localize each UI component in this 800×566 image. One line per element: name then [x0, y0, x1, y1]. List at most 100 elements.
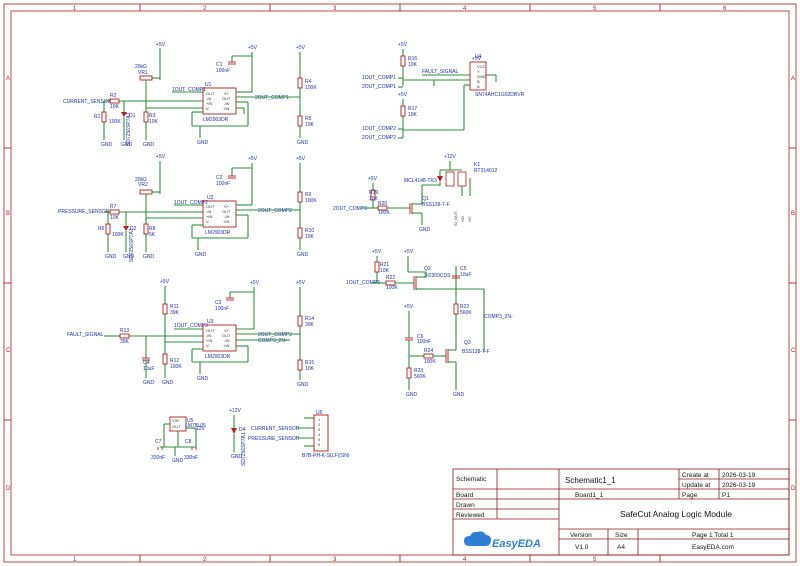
r15-value: 10K	[305, 366, 315, 372]
vcc12-label: +12V	[444, 154, 456, 160]
fault-net: FAULT_SIGNAL	[422, 69, 459, 75]
vcc-label: +5V	[296, 156, 306, 162]
u1-ref: U1	[205, 82, 212, 88]
gnd-label: GND	[143, 254, 155, 260]
create-label: Create at	[682, 472, 709, 479]
u3-value: LM2903DR	[205, 354, 231, 360]
resistor-r5	[297, 115, 303, 127]
pot-ref: VR1	[138, 70, 148, 76]
update-value: 2026-03-19	[722, 482, 756, 489]
net-in4: 2OUT_COMP2	[362, 135, 396, 141]
svg-text:6: 6	[318, 442, 321, 447]
svg-text:VIN: VIN	[172, 418, 179, 423]
logo-text: EasyEDA	[492, 538, 541, 550]
vcc-label: +5V	[160, 279, 170, 285]
q2-ref: Q2	[424, 266, 431, 272]
u4-value: SN74AHC1G02DBVR	[475, 92, 525, 98]
svg-text:V-: V-	[206, 343, 210, 348]
potentiometer	[139, 75, 153, 81]
vcc12-label: +12V	[229, 408, 241, 414]
vcc-label: +5V	[156, 42, 166, 48]
r10-value: 10K	[305, 234, 315, 240]
resistor-r11	[162, 303, 168, 315]
svg-text:V-: V-	[206, 106, 210, 111]
r21-value: 10K	[380, 268, 390, 274]
gnd-label: GND	[101, 142, 113, 148]
create-value: 2026-03-19	[722, 472, 756, 479]
svg-text:+IN: +IN	[223, 343, 229, 348]
version-label: Version	[570, 532, 592, 539]
c1-value: 100nF	[216, 68, 230, 74]
r4-value: 100K	[305, 85, 317, 91]
resistor-r10	[297, 227, 303, 239]
c4-value: 10uF	[143, 366, 154, 372]
row-b-left: B	[6, 211, 10, 217]
gnd-label: GND	[297, 140, 309, 146]
gnd-label: GND	[195, 252, 207, 258]
r22-ref: R22	[386, 275, 395, 281]
r8-value: 5K	[149, 232, 156, 238]
net-drive: 2OUT_COMP3	[333, 206, 367, 212]
logic-gate-block: +5V R16 10K 1OUT_COMP1 2OUT_COMP1 FAULT_…	[362, 42, 525, 141]
r16-value: 10K	[408, 62, 418, 68]
q2-value: SI2309CDS	[424, 273, 451, 279]
svg-text:A: A	[477, 84, 480, 89]
gnd-label: GND	[297, 382, 309, 388]
vcc-label: +5V	[398, 42, 408, 48]
resistor-r7	[109, 209, 120, 215]
page-label: Page	[682, 492, 698, 499]
net-comp3-2n: COMP3_2N-	[484, 314, 513, 320]
r17-value: 10K	[408, 112, 418, 118]
u2-value: LM2903DR	[205, 230, 231, 236]
r23-value: 560K	[414, 374, 426, 380]
schematic-label: Schematic	[456, 476, 487, 483]
vcc-label: +5V	[296, 280, 306, 286]
q3-value: BSS138-7-F	[462, 349, 490, 355]
resistor-r1	[101, 111, 107, 123]
r24-ref: R24	[424, 348, 433, 354]
gnd-label: GND	[406, 392, 418, 398]
page-total: Page 1 Total 1	[692, 532, 734, 539]
r6-ref: R6	[98, 226, 105, 232]
vcc-label: +5V	[368, 176, 378, 182]
r1-ref: R1	[94, 114, 101, 120]
potentiometer	[139, 189, 153, 195]
drawn-label: Drawn	[456, 502, 475, 509]
resistor-r22b	[453, 303, 459, 315]
relay-driver-block: +5V R19 10K 2OUT_COMP3 R20 100K Q1 BSS13…	[333, 154, 497, 233]
r7-value: 10K	[110, 215, 120, 221]
gnd-label: GND	[143, 380, 155, 386]
net-2out-comp2: 2OUT_COMP2	[258, 208, 292, 214]
resistor-r2	[109, 98, 120, 104]
pchannel-switch-block: +5V R21 10K 1OUT_COMP3 R22 100K Q2 SI230…	[346, 249, 513, 352]
relay-coil	[445, 171, 455, 187]
c6-value: 100nF	[417, 339, 431, 345]
k1-value: RT314012	[474, 168, 497, 174]
svg-text:SI_OUT: SI_OUT	[453, 211, 458, 226]
c5-value: 10uF	[460, 272, 471, 278]
resistor-r4	[297, 77, 303, 89]
r13-value: 39K	[120, 339, 130, 345]
resistor-r21	[374, 261, 380, 273]
row-a-right: A	[791, 76, 795, 82]
r20-ref: R20	[378, 201, 387, 207]
project-title: SafeCut Analog Logic Module	[620, 509, 732, 519]
fault-signal-comparator-block: FAULT_SIGNAL R13 39K C4 10uF GND +5V R11…	[67, 279, 315, 388]
svg-text:NO: NO	[460, 216, 465, 222]
gnd-label: GND	[123, 254, 135, 260]
board-value: Board1_1	[575, 492, 604, 499]
r9-value: 100K	[305, 198, 317, 204]
net-comp3-2n: COMP3_2N-	[258, 338, 287, 344]
pot-ref: VR2	[138, 182, 148, 188]
sensor-label: PRESSURE_SENSOR	[58, 209, 110, 215]
flyback-diode-d3	[437, 176, 443, 182]
vcc-label: +5V	[398, 92, 408, 98]
resistor-r16	[400, 55, 406, 67]
website: EasyEDA.com	[692, 544, 734, 551]
row-c-left: C	[6, 348, 11, 354]
d4-value: SD7256SP7A1	[241, 432, 247, 466]
svg-text:NC: NC	[467, 216, 472, 222]
r7-ref: R7	[110, 204, 117, 210]
power-regulator-block: U5 LM78L05 VINOUT +12V C7 330nF C8 330nF…	[151, 408, 350, 466]
r2-ref: R2	[110, 93, 117, 99]
